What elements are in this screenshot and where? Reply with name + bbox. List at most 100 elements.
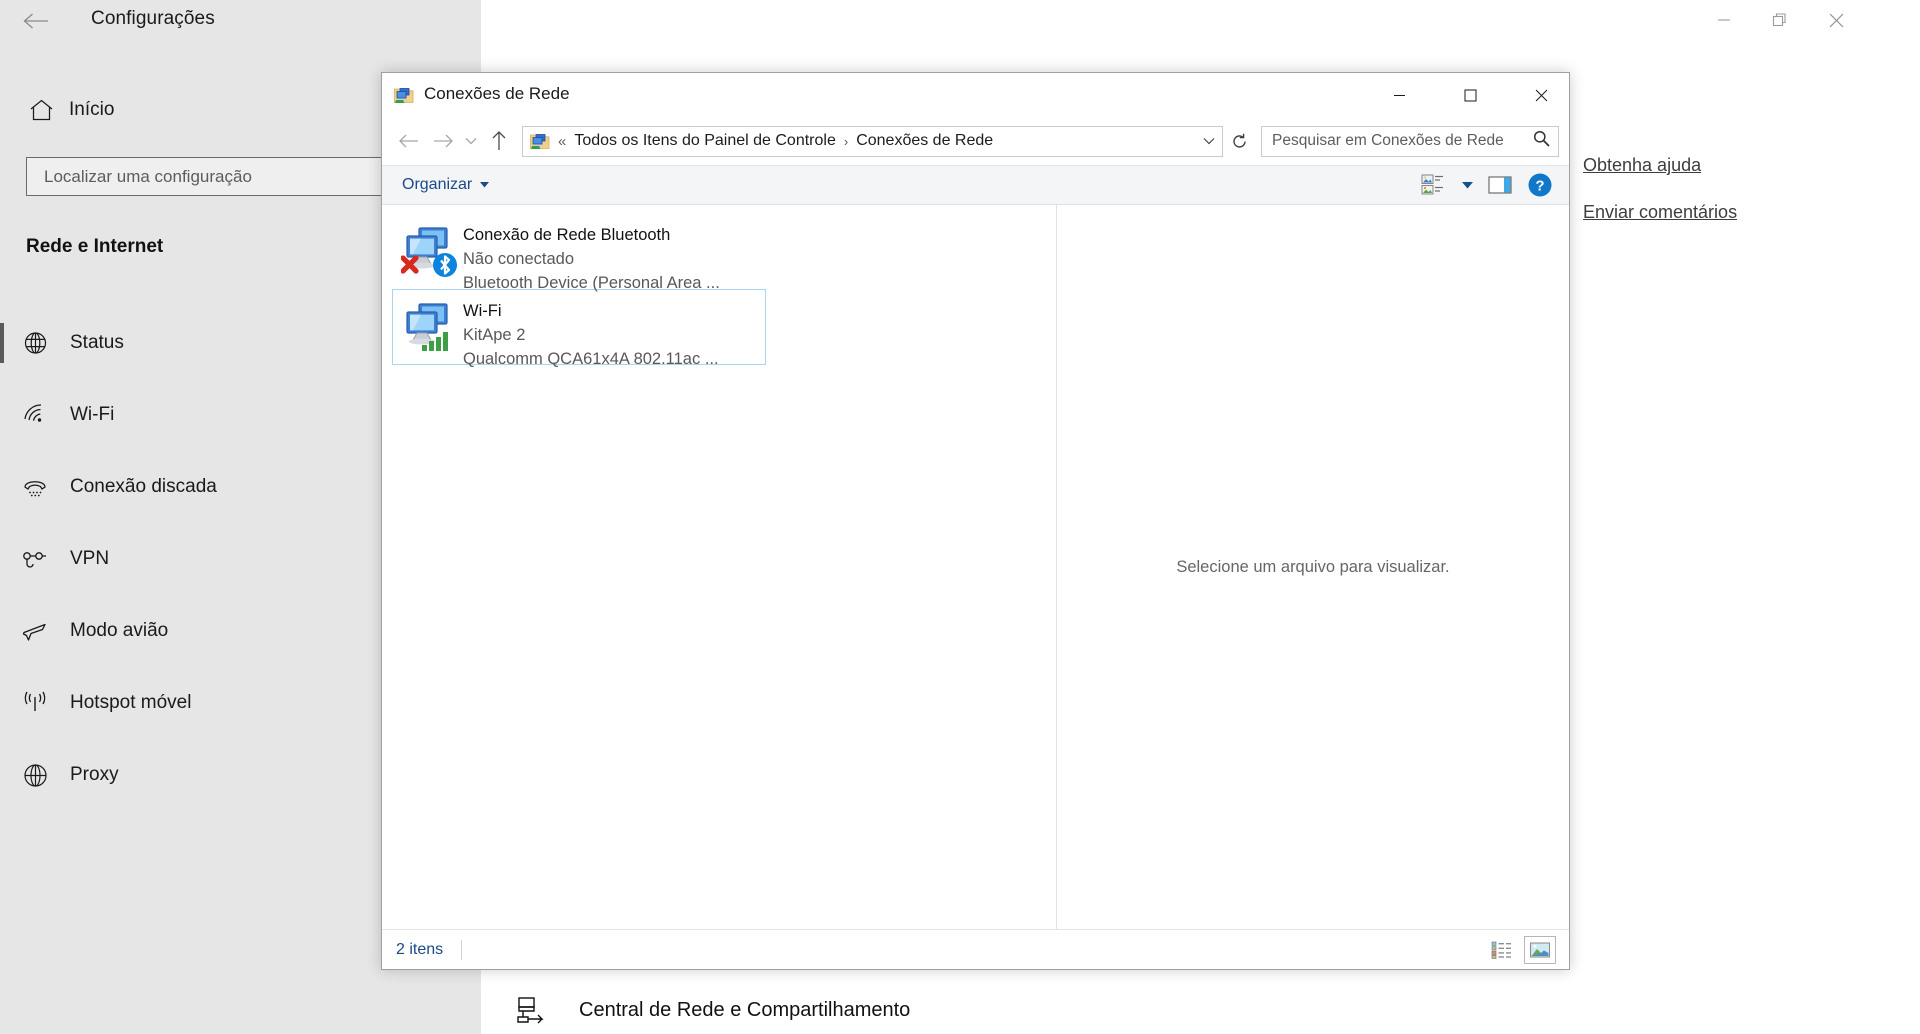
change-view-button[interactable]	[1417, 171, 1451, 199]
list-item-text: Wi-Fi KitApe 2 Qualcomm QCA61x4A 802.11a…	[463, 296, 719, 372]
chevron-down-icon	[480, 182, 490, 188]
sidebar-item-status-label: Status	[70, 332, 124, 353]
minimize-icon	[1393, 94, 1405, 96]
explorer-forward-button[interactable]	[426, 124, 460, 158]
vpn-icon	[0, 549, 70, 569]
restore-icon	[1772, 13, 1786, 27]
explorer-minimize-button[interactable]	[1371, 73, 1427, 117]
refresh-icon	[1232, 133, 1246, 148]
list-item-text: Conexão de Rede Bluetooth Não conectado …	[463, 220, 720, 296]
chevron-down-icon	[1461, 181, 1473, 188]
settings-help-links: Obtenha ajuda Enviar comentários	[1583, 155, 1737, 249]
preview-pane-icon	[1488, 176, 1512, 194]
large-icons-view-button[interactable]	[1524, 935, 1556, 964]
chevron-down-icon	[1203, 138, 1215, 145]
explorer-maximize-button[interactable]	[1442, 73, 1498, 117]
breadcrumb-item-control-panel[interactable]: Todos os Itens do Painel de Controle	[574, 132, 836, 150]
explorer-command-bar: Organizar ?	[382, 165, 1569, 205]
list-item[interactable]: Wi-Fi KitApe 2 Qualcomm QCA61x4A 802.11a…	[392, 289, 766, 368]
sidebar-item-dialup-label: Conexão discada	[70, 476, 217, 497]
sidebar-item-airplane-mode-label: Modo avião	[70, 620, 169, 641]
network-and-sharing-center-link[interactable]: Central de Rede e Compartilhamento	[515, 995, 910, 1025]
refresh-button[interactable]	[1223, 126, 1255, 157]
command-bar-right-group: ?	[1417, 171, 1557, 199]
status-bar-view-buttons	[1487, 935, 1556, 964]
organize-button[interactable]: Organizar	[394, 172, 497, 198]
organize-label: Organizar	[402, 176, 473, 193]
globe-status-icon	[0, 331, 70, 356]
settings-search-box[interactable]	[26, 157, 392, 196]
explorer-search-box[interactable]	[1261, 125, 1559, 157]
chevron-down-icon	[465, 138, 477, 145]
breadcrumb-item-network-connections[interactable]: Conexões de Rede	[856, 132, 993, 150]
address-bar[interactable]: « Todos os Itens do Painel de Controle ›…	[522, 125, 1223, 157]
wifi-icon	[0, 403, 70, 427]
explorer-close-button[interactable]	[1513, 73, 1569, 117]
explorer-recent-locations-button[interactable]	[460, 124, 482, 158]
explorer-navigation-bar: « Todos os Itens do Painel de Controle ›…	[382, 117, 1569, 165]
settings-back-button[interactable]	[13, 4, 59, 38]
change-view-icon	[1421, 174, 1443, 195]
network-adapter-icon	[401, 296, 463, 358]
up-arrow-icon	[492, 131, 506, 150]
breadcrumb-overflow[interactable]: «	[558, 133, 566, 150]
airplane-icon	[0, 619, 70, 643]
list-item[interactable]: Conexão de Rede Bluetooth Não conectado …	[392, 213, 766, 292]
network-connections-icon	[394, 85, 414, 105]
explorer-body: Conexão de Rede Bluetooth Não conectado …	[382, 205, 1569, 929]
explorer-search-input[interactable]	[1272, 132, 1533, 150]
bluetooth-badge-icon	[433, 253, 457, 277]
status-item-count: 2 itens	[396, 940, 444, 958]
hotspot-icon	[0, 691, 70, 715]
help-icon: ?	[1528, 173, 1552, 197]
details-view-icon	[1491, 941, 1511, 959]
maximize-icon	[1464, 89, 1476, 101]
sidebar-item-home-label: Início	[69, 99, 115, 120]
settings-restore-button[interactable]	[1752, 0, 1808, 40]
home-icon	[13, 98, 69, 122]
preview-pane: Selecione um arquivo para visualizar.	[1057, 205, 1569, 929]
details-view-button[interactable]	[1487, 937, 1517, 963]
settings-close-button[interactable]	[1808, 0, 1864, 40]
link-send-feedback[interactable]: Enviar comentários	[1583, 202, 1737, 223]
sidebar-item-wifi-label: Wi-Fi	[70, 404, 115, 425]
sidebar-item-proxy-label: Proxy	[70, 764, 119, 785]
help-button[interactable]: ?	[1523, 171, 1557, 199]
close-icon	[1535, 89, 1547, 101]
list-item-device: Qualcomm QCA61x4A 802.11ac ...	[463, 349, 719, 368]
forward-arrow-icon	[434, 134, 453, 148]
explorer-status-bar: 2 itens	[382, 929, 1569, 969]
address-bar-dropdown-button[interactable]	[1196, 127, 1222, 156]
back-arrow-icon	[23, 13, 48, 29]
settings-minimize-button[interactable]	[1696, 0, 1752, 40]
globe-icon	[0, 763, 70, 788]
list-item-status: Não conectado	[463, 249, 574, 268]
explorer-up-button[interactable]	[482, 124, 516, 158]
minimize-icon	[1718, 19, 1730, 21]
explorer-titlebar: Conexões de Rede	[382, 73, 1569, 117]
network-and-sharing-center-label: Central de Rede e Compartilhamento	[579, 998, 911, 1021]
link-get-help[interactable]: Obtenha ajuda	[1583, 155, 1737, 176]
explorer-back-button[interactable]	[392, 124, 426, 158]
settings-window-title: Configurações	[91, 8, 215, 29]
selection-indicator	[0, 323, 4, 363]
back-arrow-icon	[399, 134, 418, 148]
list-item-name: Conexão de Rede Bluetooth	[463, 226, 671, 244]
change-view-dropdown-button[interactable]	[1457, 171, 1477, 199]
list-item-name: Wi-Fi	[463, 302, 502, 320]
settings-search-input[interactable]	[44, 166, 391, 187]
large-icons-view-icon	[1530, 942, 1550, 957]
sidebar-item-mobile-hotspot-label: Hotspot móvel	[70, 692, 192, 713]
explorer-window-title: Conexões de Rede	[424, 84, 570, 103]
search-icon[interactable]	[1533, 130, 1550, 152]
address-bar-icon	[530, 131, 550, 151]
preview-pane-button[interactable]	[1483, 171, 1517, 199]
dialup-phone-icon	[0, 476, 70, 498]
network-sharing-icon	[515, 995, 547, 1025]
settings-section-title: Rede e Internet	[26, 236, 164, 257]
settings-titlebar-left-fill	[0, 0, 481, 42]
breadcrumb-separator: ›	[843, 133, 849, 149]
network-connections-list[interactable]: Conexão de Rede Bluetooth Não conectado …	[382, 205, 1056, 929]
network-adapter-icon	[400, 220, 463, 282]
list-item-device: Bluetooth Device (Personal Area ...	[463, 273, 720, 292]
